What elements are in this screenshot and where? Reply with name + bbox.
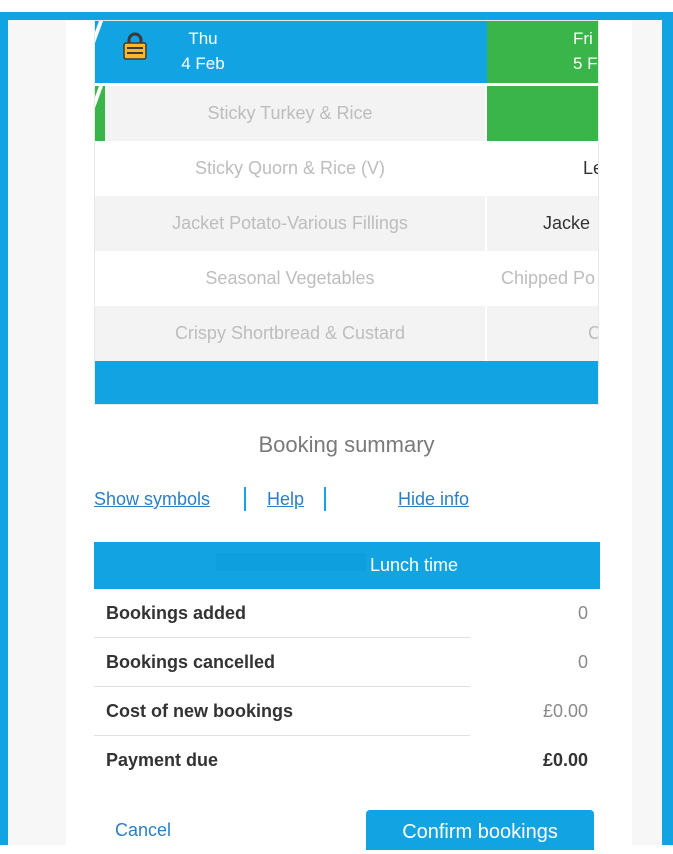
summary-label: Cost of new bookings	[106, 701, 293, 721]
lock-icon	[123, 32, 147, 60]
meal-name: Sticky Quorn & Rice (V)	[194, 158, 386, 178]
menu-cell-thu[interactable]: Sticky Turkey & Rice	[95, 86, 485, 141]
menu-row: Sticky Quorn & Rice (V) Le	[95, 141, 598, 196]
summary-value: 0	[577, 603, 588, 623]
summary-row: Bookings added 0	[94, 589, 600, 638]
link-separator	[324, 487, 326, 511]
day-weekday-fri: Fri	[573, 29, 593, 48]
day-date-fri: 5 Feb	[573, 54, 598, 73]
summary-row: Bookings cancelled 0	[94, 638, 600, 687]
day-header-thu[interactable]: Thu 4 Feb	[95, 21, 487, 83]
frame-top-border	[0, 12, 673, 20]
menu-grid: Thu 4 Feb Fri 5 Feb Sticky Turkey & Rice…	[94, 20, 599, 405]
summary-value: 0	[577, 652, 588, 672]
summary-label: Bookings cancelled	[106, 652, 276, 672]
menu-cell-fri[interactable]: Le	[487, 141, 598, 196]
meal-name: Jacke	[543, 213, 591, 233]
menu-cell-thu[interactable]: Jacket Potato-Various Fillings	[95, 196, 485, 251]
selection-tick-mark	[95, 21, 104, 43]
summary-row: Cost of new bookings £0.00	[94, 687, 600, 736]
meal-name: Le	[583, 158, 598, 178]
summary-label: Payment due	[106, 750, 219, 770]
confirm-bookings-button[interactable]: Confirm bookings	[366, 810, 594, 850]
payment-due-value: £0.00	[542, 750, 588, 770]
menu-cell-thu[interactable]: Sticky Quorn & Rice (V)	[95, 141, 485, 196]
booking-summary-title: Booking summary	[258, 432, 435, 457]
day-weekday-thu: Thu	[188, 29, 218, 48]
menu-cell-fri[interactable]: Chipped Po	[487, 251, 598, 306]
menu-row: Jacket Potato-Various Fillings Jacke	[95, 196, 598, 251]
menu-footer-bar	[95, 361, 598, 404]
meal-name: C	[588, 323, 598, 343]
link-separator	[244, 487, 246, 511]
menu-cell-fri[interactable]: Jacke	[487, 196, 598, 251]
left-gutter	[8, 20, 66, 845]
menu-row: Sticky Turkey & Rice	[95, 86, 598, 141]
summary-row: Payment due £0.00	[94, 736, 600, 785]
day-date-thu: 4 Feb	[181, 54, 225, 73]
frame-left-border	[0, 12, 8, 845]
help-link[interactable]: Help	[267, 489, 304, 510]
menu-row: Crispy Shortbread & Custard C	[95, 306, 598, 361]
summary-label: Bookings added	[106, 603, 247, 623]
summary-value: £0.00	[542, 701, 588, 721]
frame-right-border	[662, 12, 673, 845]
show-symbols-link[interactable]: Show symbols	[94, 489, 210, 510]
cancel-button[interactable]: Cancel	[115, 820, 171, 841]
meal-name: Chipped Po	[501, 268, 596, 288]
menu-cell-fri[interactable]: C	[487, 306, 598, 361]
redacted-area	[216, 553, 366, 571]
meal-name: Seasonal Vegetables	[205, 268, 375, 288]
lunch-time-header: Lunch time	[94, 542, 600, 589]
hide-info-link[interactable]: Hide info	[398, 489, 469, 510]
lunch-time-label: Lunch time	[370, 555, 459, 575]
menu-cell-fri-selected[interactable]	[487, 86, 598, 141]
meal-name: Crispy Shortbread & Custard	[174, 323, 406, 343]
menu-cell-thu[interactable]: Crispy Shortbread & Custard	[95, 306, 485, 361]
meal-name: Jacket Potato-Various Fillings	[172, 213, 408, 233]
menu-row: Seasonal Vegetables Chipped Po	[95, 251, 598, 306]
right-gutter	[632, 20, 662, 845]
meal-name: Sticky Turkey & Rice	[207, 103, 373, 123]
menu-cell-thu[interactable]: Seasonal Vegetables	[95, 251, 485, 306]
day-header-fri[interactable]: Fri 5 Feb	[487, 21, 598, 83]
